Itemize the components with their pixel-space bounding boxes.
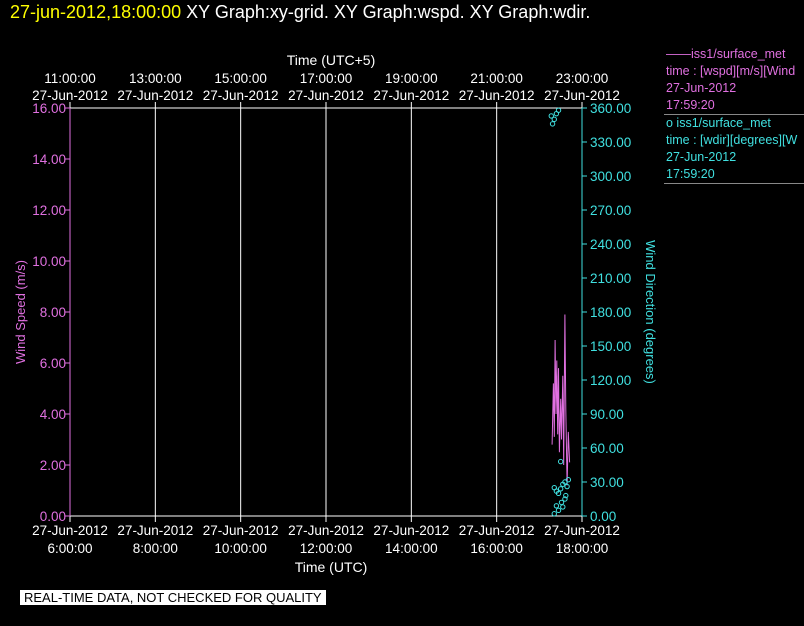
y-right-tick-label: 240.00 xyxy=(590,237,631,252)
legend: ——iss1/surface_met time : [wspd][m/s][Wi… xyxy=(664,46,804,184)
x-date-bottom: 27-Jun-2012 xyxy=(117,523,193,538)
x-tick-label-bottom: 14:00:00 xyxy=(385,541,438,556)
x-tick-label-top: 15:00:00 xyxy=(214,71,267,86)
wdir-point xyxy=(548,113,554,119)
wdir-point xyxy=(553,488,560,494)
y-left-label: Wind Speed (m/s) xyxy=(13,260,28,364)
wdir-point xyxy=(551,511,557,517)
legend-wspd-date: 27-Jun-2012 xyxy=(666,81,737,95)
wdir-point xyxy=(553,503,560,509)
wdir-point xyxy=(560,504,566,510)
x-tick-label-top: 21:00:00 xyxy=(470,71,523,86)
y-left-tick-label: 10.00 xyxy=(32,254,66,269)
legend-wspd-desc: time : [wspd][m/s][Wind xyxy=(666,64,796,78)
x-date-bottom: 27-Jun-2012 xyxy=(203,523,279,538)
wdir-point xyxy=(555,490,562,497)
y-left-tick-label: 12.00 xyxy=(32,203,66,218)
legend-wdir-desc: time : [wdir][degrees][W xyxy=(666,133,798,147)
chart-header: 27-jun-2012,18:00:00 XY Graph:xy-grid. X… xyxy=(10,2,590,23)
wdir-point xyxy=(562,479,568,485)
legend-wspd-time: 17:59:20 xyxy=(666,98,715,112)
x-date-top: 27-Jun-2012 xyxy=(32,88,108,103)
y-right-tick-label: 30.00 xyxy=(590,475,624,490)
x-tick-label-bottom: 16:00:00 xyxy=(470,541,523,556)
x-date-top: 27-Jun-2012 xyxy=(203,88,279,103)
wdir-point xyxy=(555,507,562,514)
y-right-tick-label: 300.00 xyxy=(590,169,631,184)
wdir-point xyxy=(562,496,568,502)
x-tick-label-bottom: 10:00:00 xyxy=(214,541,267,556)
top-axis-title: Time (UTC+5) xyxy=(287,52,376,68)
y-right-tick-label: 150.00 xyxy=(590,339,631,354)
y-left-tick-label: 2.00 xyxy=(40,458,66,473)
wdir-point xyxy=(549,121,556,127)
x-date-top: 27-Jun-2012 xyxy=(117,88,193,103)
y-right-tick-label: 330.00 xyxy=(590,135,631,150)
wdir-point xyxy=(565,477,572,483)
y-left-tick-label: 0.00 xyxy=(40,509,66,524)
legend-wdir-time: 17:59:20 xyxy=(666,167,715,181)
timestamp: 27-jun-2012,18:00:00 xyxy=(10,2,182,22)
y-right-tick-label: 270.00 xyxy=(590,203,631,218)
x-date-bottom: 27-Jun-2012 xyxy=(32,523,108,538)
wdir-point xyxy=(558,499,565,506)
y-right-label: Wind Direction (degrees) xyxy=(643,240,658,384)
x-date-top: 27-Jun-2012 xyxy=(459,88,535,103)
x-tick-label-bottom: 6:00:00 xyxy=(47,541,92,556)
y-right-tick-label: 210.00 xyxy=(590,271,631,286)
x-tick-label-top: 17:00:00 xyxy=(300,71,353,86)
y-left-tick-label: 14.00 xyxy=(32,152,66,167)
legend-wdir-name: o iss1/surface_met xyxy=(666,116,771,130)
x-tick-label-top: 11:00:00 xyxy=(44,71,96,86)
wdir-point xyxy=(551,116,557,123)
graph-names: XY Graph:xy-grid. XY Graph:wspd. XY Grap… xyxy=(186,2,591,22)
wdir-point xyxy=(557,458,564,465)
y-left-tick-label: 8.00 xyxy=(40,305,66,320)
wdir-point xyxy=(557,486,564,492)
y-left-tick-label: 4.00 xyxy=(40,407,66,422)
y-right-tick-label: 360.00 xyxy=(590,101,631,116)
y-left-tick-label: 6.00 xyxy=(40,356,66,371)
wdir-point xyxy=(553,110,560,117)
legend-wdir-date: 27-Jun-2012 xyxy=(666,150,737,164)
x-tick-label-bottom: 12:00:00 xyxy=(300,541,353,556)
quality-notice: REAL-TIME DATA, NOT CHECKED FOR QUALITY xyxy=(20,590,326,605)
y-right-tick-label: 90.00 xyxy=(590,407,624,422)
x-date-bottom: 27-Jun-2012 xyxy=(373,523,449,538)
x-date-bottom: 27-Jun-2012 xyxy=(544,523,620,538)
wspd-line xyxy=(551,314,571,486)
y-right-tick-label: 0.00 xyxy=(590,509,616,524)
legend-wspd-name: ——iss1/surface_met xyxy=(666,47,786,61)
wdir-point xyxy=(560,481,566,487)
legend-wspd: ——iss1/surface_met time : [wspd][m/s][Wi… xyxy=(664,46,804,115)
wdir-point xyxy=(563,492,569,499)
x-tick-label-bottom: 8:00:00 xyxy=(133,541,178,556)
y-right-tick-label: 120.00 xyxy=(590,373,631,388)
bottom-axis-title: Time (UTC) xyxy=(295,559,368,575)
x-tick-label-top: 19:00:00 xyxy=(385,71,438,86)
wdir-point xyxy=(551,484,557,491)
legend-wdir: o iss1/surface_met time : [wdir][degrees… xyxy=(664,115,804,184)
x-date-top: 27-Jun-2012 xyxy=(288,88,364,103)
x-date-top: 27-Jun-2012 xyxy=(544,88,620,103)
x-date-top: 27-Jun-2012 xyxy=(373,88,449,103)
x-date-bottom: 27-Jun-2012 xyxy=(459,523,535,538)
x-tick-label-bottom: 18:00:00 xyxy=(556,541,609,556)
y-right-tick-label: 180.00 xyxy=(590,305,631,320)
x-tick-label-top: 23:00:00 xyxy=(556,71,609,86)
y-left-tick-label: 16.00 xyxy=(32,101,66,116)
wdir-point xyxy=(555,107,562,113)
x-date-bottom: 27-Jun-2012 xyxy=(288,523,364,538)
x-tick-label-top: 13:00:00 xyxy=(129,71,182,86)
y-right-tick-label: 60.00 xyxy=(590,441,624,456)
wdir-point xyxy=(564,483,570,490)
